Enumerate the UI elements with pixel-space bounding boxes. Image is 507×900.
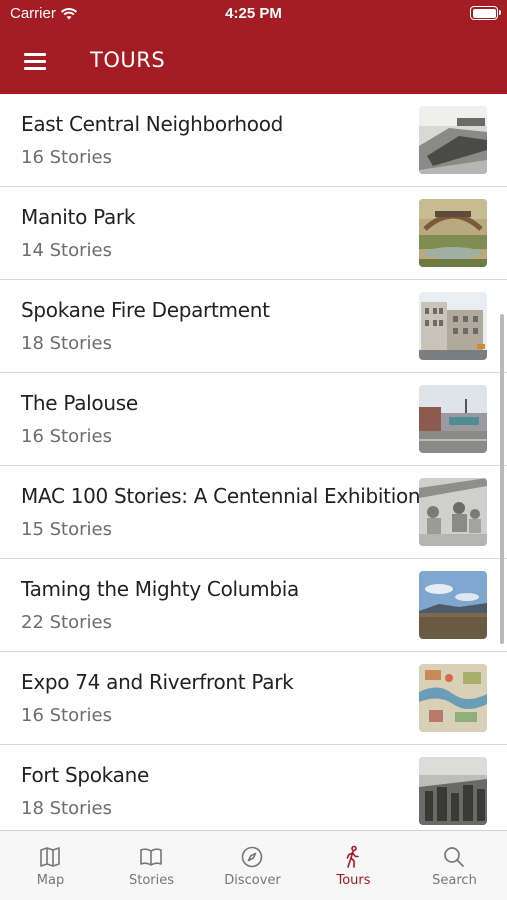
tour-thumbnail (419, 106, 487, 174)
tour-title: Taming the Mighty Columbia (21, 577, 299, 601)
tour-title: Spokane Fire Department (21, 298, 270, 322)
tour-story-count: 18 Stories (21, 333, 112, 354)
tour-story-count: 22 Stories (21, 612, 112, 633)
tour-title: East Central Neighborhood (21, 112, 284, 136)
tab-label: Stories (128, 873, 175, 888)
tour-row[interactable]: East Central Neighborhood 16 Stories (0, 94, 507, 187)
app-header: Carrier 4:25 PM TOURS (0, 0, 507, 94)
tour-row[interactable]: Manito Park 14 Stories (0, 187, 507, 280)
page-title: TOURS (90, 48, 166, 72)
tab-label: Discover (224, 873, 281, 888)
tour-title: MAC 100 Stories: A Centennial Exhibition (21, 484, 421, 508)
tour-title: The Palouse (21, 391, 138, 415)
tour-story-count: 18 Stories (21, 798, 112, 819)
tour-thumbnail (419, 292, 487, 360)
list-scrollbar[interactable] (500, 314, 504, 644)
battery-icon (470, 6, 501, 20)
tour-row[interactable]: MAC 100 Stories: A Centennial Exhibition… (0, 466, 507, 559)
tab-map[interactable]: Map (0, 831, 101, 900)
search-icon (444, 847, 464, 867)
tour-thumbnail (419, 571, 487, 639)
tours-list[interactable]: East Central Neighborhood 16 Stories Man… (0, 94, 507, 830)
tour-story-count: 15 Stories (21, 519, 112, 540)
tab-label: Tours (336, 873, 371, 888)
book-icon (140, 848, 162, 866)
tab-bar: Map Stories Discover Tours Search (0, 830, 507, 900)
status-bar: Carrier 4:25 PM (0, 0, 507, 30)
tab-search[interactable]: Search (404, 831, 505, 900)
tour-thumbnail (419, 385, 487, 453)
tour-row[interactable]: Fort Spokane 18 Stories (0, 745, 507, 830)
tab-discover[interactable]: Discover (202, 831, 303, 900)
tour-thumbnail (419, 478, 487, 546)
tour-thumbnail (419, 199, 487, 267)
tour-story-count: 16 Stories (21, 147, 112, 168)
tour-title: Expo 74 and Riverfront Park (21, 670, 294, 694)
tab-label: Search (432, 873, 477, 888)
tab-label: Map (36, 873, 65, 888)
tour-thumbnail (419, 664, 487, 732)
tour-row[interactable]: Taming the Mighty Columbia 22 Stories (0, 559, 507, 652)
tour-title: Manito Park (21, 205, 136, 229)
tour-title: Fort Spokane (21, 763, 149, 787)
navigation-bar: TOURS (0, 40, 507, 86)
tour-thumbnail (419, 757, 487, 825)
map-icon (40, 847, 60, 867)
tour-story-count: 16 Stories (21, 426, 112, 447)
tour-story-count: 16 Stories (21, 705, 112, 726)
walking-person-icon (346, 845, 359, 868)
tour-row[interactable]: Expo 74 and Riverfront Park 16 Stories (0, 652, 507, 745)
tour-story-count: 14 Stories (21, 240, 112, 261)
hamburger-menu-icon[interactable] (22, 50, 48, 72)
tour-row[interactable]: Spokane Fire Department 18 Stories (0, 280, 507, 373)
status-time: 4:25 PM (225, 5, 282, 22)
tour-row[interactable]: The Palouse 16 Stories (0, 373, 507, 466)
tab-stories[interactable]: Stories (101, 831, 202, 900)
tab-tours[interactable]: Tours (303, 831, 404, 900)
compass-icon (241, 846, 263, 868)
